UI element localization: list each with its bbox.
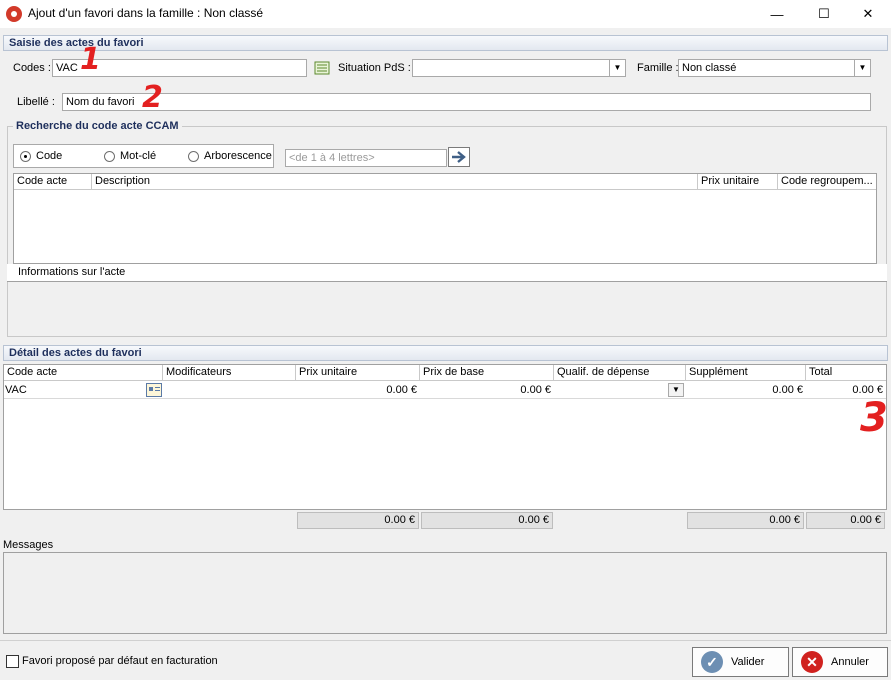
- app-icon: [6, 6, 22, 22]
- row-modificateurs[interactable]: [164, 382, 296, 398]
- minimize-button[interactable]: —: [754, 0, 800, 28]
- footer-divider: [0, 640, 891, 641]
- saisie-section-header: Saisie des actes du favori: [3, 35, 888, 51]
- check-icon: ✓: [701, 651, 723, 673]
- radio-mot-cle-label[interactable]: Mot-clé: [120, 150, 156, 162]
- codes-label: Codes :: [13, 62, 51, 74]
- search-input[interactable]: <de 1 à 4 lettres>: [285, 149, 447, 167]
- cancel-x-icon: ✕: [801, 651, 823, 673]
- annotation-3: 3: [860, 395, 888, 441]
- col-modificateurs[interactable]: Modificateurs: [163, 365, 296, 381]
- annuler-button[interactable]: ✕ Annuler: [792, 647, 888, 677]
- close-button[interactable]: ✕: [845, 0, 891, 28]
- col-prix-unitaire[interactable]: Prix unitaire: [296, 365, 420, 381]
- valider-button[interactable]: ✓ Valider: [692, 647, 789, 677]
- radio-code[interactable]: [20, 151, 31, 162]
- messages-panel: [3, 552, 887, 634]
- maximize-button[interactable]: ☐: [801, 0, 847, 28]
- col-total[interactable]: Total: [806, 365, 886, 381]
- total-total: 0.00 €: [806, 512, 885, 529]
- ccam-results-grid[interactable]: Code acte Description Prix unitaire Code…: [13, 173, 877, 264]
- detail-section-header: Détail des actes du favori: [3, 345, 888, 361]
- detail-grid[interactable]: Code acte Modificateurs Prix unitaire Pr…: [3, 364, 887, 510]
- situation-select[interactable]: ▼: [412, 59, 626, 77]
- default-favori-checkbox[interactable]: [6, 655, 19, 668]
- row-prix-base[interactable]: 0.00 €: [420, 382, 554, 398]
- radio-arborescence[interactable]: [188, 151, 199, 162]
- col-qualif-depense[interactable]: Qualif. de dépense: [554, 365, 686, 381]
- annotation-1: 1: [80, 42, 101, 77]
- famille-label: Famille :: [637, 62, 679, 74]
- row-qualif[interactable]: ▼: [554, 382, 686, 398]
- valider-label: Valider: [731, 656, 765, 668]
- col-description[interactable]: Description: [92, 174, 698, 190]
- row-prix-unitaire[interactable]: 0.00 €: [296, 382, 420, 398]
- col-code-acte[interactable]: Code acte: [4, 365, 163, 381]
- col-code-regroupement[interactable]: Code regroupem...: [778, 174, 876, 190]
- row-code[interactable]: VAC: [5, 382, 145, 398]
- total-supplement: 0.00 €: [687, 512, 804, 529]
- messages-label: Messages: [3, 539, 54, 551]
- libelle-input[interactable]: Nom du favori: [62, 93, 871, 111]
- situation-label: Situation PdS :: [338, 62, 411, 74]
- recherche-title: Recherche du code acte CCAM: [13, 120, 182, 132]
- famille-value: Non classé: [682, 62, 737, 74]
- col-code-acte[interactable]: Code acte: [14, 174, 92, 190]
- row-divider: [4, 398, 886, 399]
- arrow-right-icon: [452, 151, 466, 163]
- title-bar: Ajout d'un favori dans la famille : Non …: [0, 0, 891, 28]
- default-favori-label[interactable]: Favori proposé par défaut en facturation: [22, 655, 218, 667]
- col-prix-base[interactable]: Prix de base: [420, 365, 554, 381]
- chevron-down-icon[interactable]: ▼: [609, 60, 625, 76]
- info-bar: Informations sur l'acte: [7, 264, 887, 282]
- total-prix-unitaire: 0.00 €: [297, 512, 419, 529]
- annotation-2: 2: [142, 80, 163, 115]
- total-prix-base: 0.00 €: [421, 512, 553, 529]
- radio-code-label[interactable]: Code: [36, 150, 62, 162]
- card-icon[interactable]: [146, 383, 162, 397]
- window-title: Ajout d'un favori dans la famille : Non …: [28, 6, 264, 20]
- info-label: Informations sur l'acte: [18, 266, 126, 278]
- row-supplement[interactable]: 0.00 €: [686, 382, 806, 398]
- col-supplement[interactable]: Supplément: [686, 365, 806, 381]
- radio-mot-cle[interactable]: [104, 151, 115, 162]
- chevron-down-icon[interactable]: ▼: [668, 383, 684, 397]
- radio-arborescence-label[interactable]: Arborescence: [204, 150, 272, 162]
- libelle-label: Libellé :: [17, 96, 55, 108]
- list-icon[interactable]: [314, 60, 330, 76]
- search-go-button[interactable]: [448, 147, 470, 167]
- annuler-label: Annuler: [831, 656, 869, 668]
- col-prix-unitaire[interactable]: Prix unitaire: [698, 174, 778, 190]
- famille-select[interactable]: Non classé ▼: [678, 59, 871, 77]
- chevron-down-icon[interactable]: ▼: [854, 60, 870, 76]
